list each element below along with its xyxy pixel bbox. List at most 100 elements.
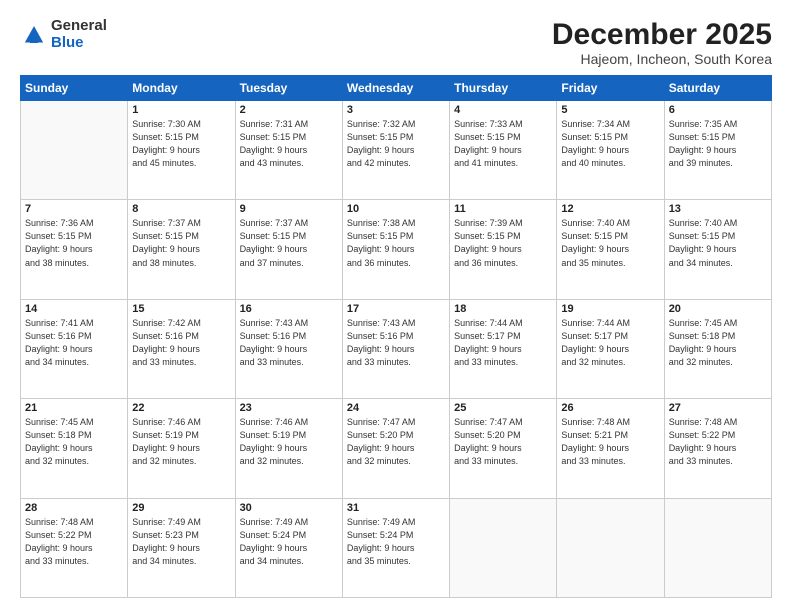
calendar-cell: 26 Sunrise: 7:48 AMSunset: 5:21 PMDayligh… <box>557 399 664 498</box>
day-info: Sunrise: 7:34 AMSunset: 5:15 PMDaylight:… <box>561 118 659 170</box>
day-info: Sunrise: 7:49 AMSunset: 5:24 PMDaylight:… <box>240 516 338 568</box>
day-info: Sunrise: 7:48 AMSunset: 5:21 PMDaylight:… <box>561 416 659 468</box>
header-thursday: Thursday <box>450 76 557 101</box>
header-wednesday: Wednesday <box>342 76 449 101</box>
calendar-week-4: 28 Sunrise: 7:48 AMSunset: 5:22 PMDayligh… <box>21 498 772 597</box>
day-info: Sunrise: 7:46 AMSunset: 5:19 PMDaylight:… <box>132 416 230 468</box>
day-info: Sunrise: 7:43 AMSunset: 5:16 PMDaylight:… <box>347 317 445 369</box>
day-info: Sunrise: 7:31 AMSunset: 5:15 PMDaylight:… <box>240 118 338 170</box>
calendar-cell <box>557 498 664 597</box>
day-info: Sunrise: 7:40 AMSunset: 5:15 PMDaylight:… <box>561 217 659 269</box>
calendar-cell: 8 Sunrise: 7:37 AMSunset: 5:15 PMDaylight… <box>128 200 235 299</box>
calendar-cell: 10 Sunrise: 7:38 AMSunset: 5:15 PMDayligh… <box>342 200 449 299</box>
calendar-week-1: 7Sunrise: 7:36 AMSunset: 5:15 PMDaylight… <box>21 200 772 299</box>
day-info: Sunrise: 7:45 AMSunset: 5:18 PMDaylight:… <box>25 416 123 468</box>
day-number: 14 <box>25 303 123 315</box>
calendar-cell: 17 Sunrise: 7:43 AMSunset: 5:16 PMDayligh… <box>342 299 449 398</box>
day-info: Sunrise: 7:47 AMSunset: 5:20 PMDaylight:… <box>454 416 552 468</box>
day-info: Sunrise: 7:37 AMSunset: 5:15 PMDaylight:… <box>132 217 230 269</box>
calendar-cell: 14 Sunrise: 7:41 AMSunset: 5:16 PMDayligh… <box>21 299 128 398</box>
calendar-cell: 28 Sunrise: 7:48 AMSunset: 5:22 PMDayligh… <box>21 498 128 597</box>
header-tuesday: Tuesday <box>235 76 342 101</box>
day-info: Sunrise: 7:38 AMSunset: 5:15 PMDaylight:… <box>347 217 445 269</box>
day-number: 20 <box>669 303 767 315</box>
day-number: 31 <box>347 502 445 514</box>
calendar-cell: 30 Sunrise: 7:49 AMSunset: 5:24 PMDayligh… <box>235 498 342 597</box>
day-number: 5 <box>561 104 659 116</box>
day-info: Sunrise: 7:48 AMSunset: 5:22 PMDaylight:… <box>25 516 123 568</box>
calendar-cell: 20 Sunrise: 7:45 AMSunset: 5:18 PMDayligh… <box>664 299 771 398</box>
calendar-cell: 22 Sunrise: 7:46 AMSunset: 5:19 PMDayligh… <box>128 399 235 498</box>
calendar-cell <box>450 498 557 597</box>
day-number: 9 <box>240 203 338 215</box>
calendar-cell: 13 Sunrise: 7:40 AMSunset: 5:15 PMDayligh… <box>664 200 771 299</box>
calendar-cell: 19Sunrise: 7:44 AMSunset: 5:17 PMDayligh… <box>557 299 664 398</box>
day-number: 17 <box>347 303 445 315</box>
day-number: 24 <box>347 402 445 414</box>
day-info: Sunrise: 7:33 AMSunset: 5:15 PMDaylight:… <box>454 118 552 170</box>
calendar-cell: 24 Sunrise: 7:47 AMSunset: 5:20 PMDayligh… <box>342 399 449 498</box>
day-info: Sunrise: 7:39 AMSunset: 5:15 PMDaylight:… <box>454 217 552 269</box>
calendar-cell: 4Sunrise: 7:33 AMSunset: 5:15 PMDaylight… <box>450 101 557 200</box>
day-info: Sunrise: 7:49 AMSunset: 5:23 PMDaylight:… <box>132 516 230 568</box>
header-monday: Monday <box>128 76 235 101</box>
header-saturday: Saturday <box>664 76 771 101</box>
calendar-cell <box>664 498 771 597</box>
day-number: 26 <box>561 402 659 414</box>
calendar-cell: 11Sunrise: 7:39 AMSunset: 5:15 PMDayligh… <box>450 200 557 299</box>
day-info: Sunrise: 7:42 AMSunset: 5:16 PMDaylight:… <box>132 317 230 369</box>
calendar-cell: 23Sunrise: 7:46 AMSunset: 5:19 PMDayligh… <box>235 399 342 498</box>
day-info: Sunrise: 7:32 AMSunset: 5:15 PMDaylight:… <box>347 118 445 170</box>
day-number: 3 <box>347 104 445 116</box>
day-number: 2 <box>240 104 338 116</box>
day-number: 6 <box>669 104 767 116</box>
day-info: Sunrise: 7:46 AMSunset: 5:19 PMDaylight:… <box>240 416 338 468</box>
location-subtitle: Hajeom, Incheon, South Korea <box>552 51 772 67</box>
day-info: Sunrise: 7:49 AMSunset: 5:24 PMDaylight:… <box>347 516 445 568</box>
day-number: 28 <box>25 502 123 514</box>
calendar-cell: 27 Sunrise: 7:48 AMSunset: 5:22 PMDayligh… <box>664 399 771 498</box>
calendar-cell: 3 Sunrise: 7:32 AMSunset: 5:15 PMDaylight… <box>342 101 449 200</box>
calendar: SundayMondayTuesdayWednesdayThursdayFrid… <box>20 75 772 598</box>
logo-blue-text: Blue <box>51 35 107 52</box>
day-number: 12 <box>561 203 659 215</box>
day-info: Sunrise: 7:35 AMSunset: 5:15 PMDaylight:… <box>669 118 767 170</box>
calendar-cell: 7Sunrise: 7:36 AMSunset: 5:15 PMDaylight… <box>21 200 128 299</box>
day-info: Sunrise: 7:41 AMSunset: 5:16 PMDaylight:… <box>25 317 123 369</box>
calendar-cell: 18Sunrise: 7:44 AMSunset: 5:17 PMDayligh… <box>450 299 557 398</box>
title-block: December 2025 Hajeom, Incheon, South Kor… <box>552 18 772 67</box>
day-number: 8 <box>132 203 230 215</box>
day-info: Sunrise: 7:48 AMSunset: 5:22 PMDaylight:… <box>669 416 767 468</box>
day-info: Sunrise: 7:47 AMSunset: 5:20 PMDaylight:… <box>347 416 445 468</box>
day-info: Sunrise: 7:45 AMSunset: 5:18 PMDaylight:… <box>669 317 767 369</box>
calendar-cell: 29Sunrise: 7:49 AMSunset: 5:23 PMDayligh… <box>128 498 235 597</box>
day-number: 16 <box>240 303 338 315</box>
header: General Blue December 2025 Hajeom, Inche… <box>20 18 772 67</box>
day-number: 13 <box>669 203 767 215</box>
calendar-cell: 5 Sunrise: 7:34 AMSunset: 5:15 PMDaylight… <box>557 101 664 200</box>
day-info: Sunrise: 7:40 AMSunset: 5:15 PMDaylight:… <box>669 217 767 269</box>
day-info: Sunrise: 7:43 AMSunset: 5:16 PMDaylight:… <box>240 317 338 369</box>
day-number: 22 <box>132 402 230 414</box>
calendar-week-0: 1Sunrise: 7:30 AMSunset: 5:15 PMDaylight… <box>21 101 772 200</box>
day-number: 27 <box>669 402 767 414</box>
calendar-cell <box>21 101 128 200</box>
day-info: Sunrise: 7:37 AMSunset: 5:15 PMDaylight:… <box>240 217 338 269</box>
day-number: 30 <box>240 502 338 514</box>
day-number: 25 <box>454 402 552 414</box>
day-info: Sunrise: 7:30 AMSunset: 5:15 PMDaylight:… <box>132 118 230 170</box>
day-number: 18 <box>454 303 552 315</box>
day-number: 19 <box>561 303 659 315</box>
calendar-cell: 6 Sunrise: 7:35 AMSunset: 5:15 PMDaylight… <box>664 101 771 200</box>
page: General Blue December 2025 Hajeom, Inche… <box>0 0 792 612</box>
calendar-cell: 25 Sunrise: 7:47 AMSunset: 5:20 PMDayligh… <box>450 399 557 498</box>
calendar-cell: 1Sunrise: 7:30 AMSunset: 5:15 PMDaylight… <box>128 101 235 200</box>
calendar-cell: 9 Sunrise: 7:37 AMSunset: 5:15 PMDaylight… <box>235 200 342 299</box>
calendar-cell: 15Sunrise: 7:42 AMSunset: 5:16 PMDayligh… <box>128 299 235 398</box>
logo: General Blue <box>20 18 107 51</box>
calendar-cell: 21Sunrise: 7:45 AMSunset: 5:18 PMDayligh… <box>21 399 128 498</box>
day-number: 10 <box>347 203 445 215</box>
calendar-week-2: 14 Sunrise: 7:41 AMSunset: 5:16 PMDayligh… <box>21 299 772 398</box>
calendar-cell: 12 Sunrise: 7:40 AMSunset: 5:15 PMDayligh… <box>557 200 664 299</box>
calendar-cell: 16 Sunrise: 7:43 AMSunset: 5:16 PMDayligh… <box>235 299 342 398</box>
